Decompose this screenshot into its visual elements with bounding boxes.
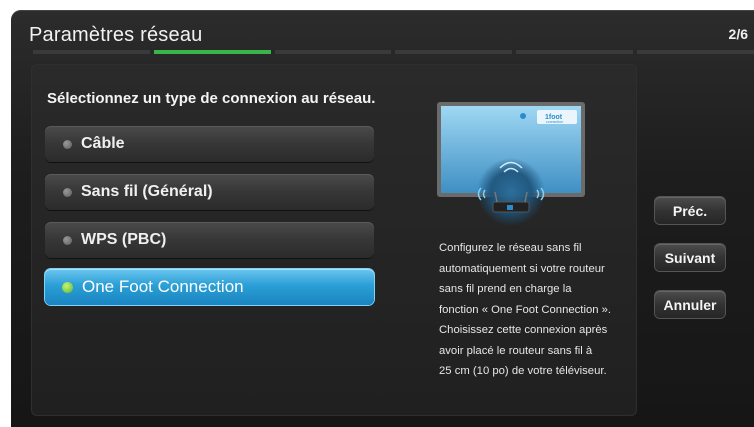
progress-bar (33, 50, 754, 54)
description-line: automatiquement si votre routeur (439, 262, 605, 275)
option-one-foot-connection[interactable]: One Foot Connection (45, 269, 374, 305)
radio-indicator-icon (63, 139, 72, 149)
progress-segment (395, 50, 513, 54)
description-line: avoir placé le routeur sans fil à (439, 344, 593, 357)
option-cable[interactable]: Câble (45, 126, 374, 162)
description-line: fonction « One Foot Connection ». (439, 303, 612, 316)
cancel-button[interactable]: Annuler (655, 291, 725, 318)
radio-indicator-icon (63, 235, 72, 245)
radio-indicator-icon (63, 187, 72, 197)
option-label: Câble (81, 135, 125, 152)
network-settings-screen: Paramètres réseau 2/6 Sélectionnez un ty… (11, 10, 754, 427)
progress-segment (516, 50, 634, 54)
progress-segment (637, 50, 754, 54)
progress-segment (274, 50, 392, 54)
step-indicator: 2/6 (728, 26, 748, 42)
option-description: Configurez le réseau sans fil automatiqu… (439, 238, 647, 382)
option-label: WPS (PBC) (81, 231, 167, 248)
page-title: Paramètres réseau (29, 24, 203, 46)
progress-segment (33, 50, 150, 54)
next-button[interactable]: Suivant (655, 244, 725, 271)
option-wps-pbc[interactable]: WPS (PBC) (45, 222, 374, 258)
description-line: Choisissez cette connexion après (439, 324, 608, 336)
connection-type-prompt: Sélectionnez un type de connexion au rés… (47, 90, 376, 107)
option-label: One Foot Connection (82, 277, 244, 296)
option-wireless-general[interactable]: Sans fil (Général) (45, 174, 374, 210)
description-line: sans fil prend en charge la (439, 283, 572, 295)
description-line: 25 cm (10 po) de votre téléviseur. (439, 365, 607, 377)
logo-subtext: connection (546, 120, 563, 124)
radio-selected-icon (62, 281, 73, 293)
progress-segment-active (153, 50, 271, 54)
connection-type-panel: Sélectionnez un type de connexion au rés… (31, 64, 637, 416)
previous-button[interactable]: Préc. (655, 197, 725, 224)
tv-router-illustration-icon: 1foot connection (437, 102, 585, 226)
description-line: Configurez le réseau sans fil (439, 242, 582, 254)
option-label: Sans fil (Général) (81, 183, 213, 200)
